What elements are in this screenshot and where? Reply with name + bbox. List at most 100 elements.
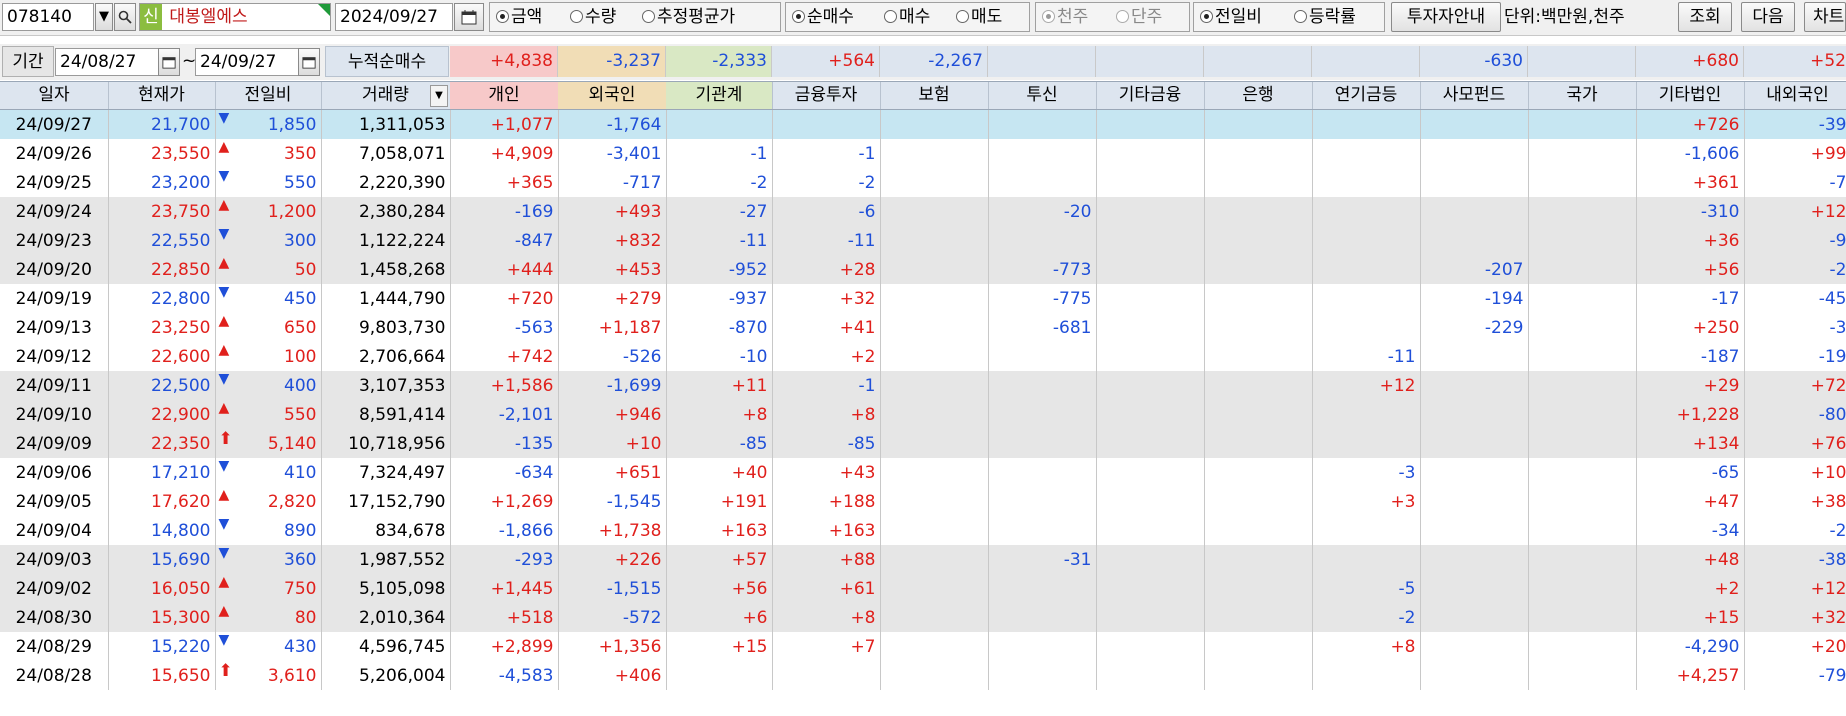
cell-trust bbox=[988, 139, 1097, 168]
cell-other-fin bbox=[1096, 661, 1205, 690]
chart-button[interactable]: 차트 bbox=[1804, 2, 1846, 32]
stock-code-input[interactable]: 078140 bbox=[2, 3, 94, 31]
cell-domestic-foreign: +76 bbox=[1744, 429, 1846, 458]
summary-bank bbox=[1204, 46, 1312, 77]
cell-trust bbox=[988, 371, 1097, 400]
investor-guide-button[interactable]: 투자자안내 bbox=[1391, 2, 1501, 32]
col-header-other-corp[interactable]: 기타법인 bbox=[1636, 82, 1745, 109]
col-header-domestic-foreign[interactable]: 내외국인 bbox=[1744, 82, 1846, 109]
cell-individual: +1,445 bbox=[450, 574, 559, 603]
table-row[interactable]: 24/09/24 23,750 ▲ 1,200 2,380,284 -169 +493 -27… bbox=[0, 197, 1846, 226]
col-header-state[interactable]: 국가 bbox=[1528, 82, 1637, 109]
cell-foreign: +832 bbox=[558, 226, 667, 255]
date-input[interactable]: 2024/09/27 bbox=[335, 3, 453, 31]
table-row[interactable]: 24/09/09 22,350 ⬆ 5,140 10,718,956 -135 +10 -85… bbox=[0, 429, 1846, 458]
table-row[interactable]: 24/09/11 22,500 ▼ 400 3,107,353 +1,586 -1,699 +… bbox=[0, 371, 1846, 400]
table-row[interactable]: 24/09/25 23,200 ▼ 550 2,220,390 +365 -717 -2 -2 +… bbox=[0, 168, 1846, 197]
cell-foreign: -1,699 bbox=[558, 371, 667, 400]
stock-name-field[interactable]: 신 대봉엘에스 bbox=[139, 3, 331, 31]
table-row[interactable]: 24/08/29 15,220 ▼ 430 4,596,745 +2,899 +1,356 +… bbox=[0, 632, 1846, 661]
table-row[interactable]: 24/09/12 22,600 ▲ 100 2,706,664 +742 -526 -10 +2… bbox=[0, 342, 1846, 371]
table-row[interactable]: 24/09/05 17,620 ▲ 2,820 17,152,790 +1,269 -1,5… bbox=[0, 487, 1846, 516]
radio-avg-price[interactable]: 추정평균가 bbox=[642, 3, 735, 31]
cell-trust bbox=[988, 632, 1097, 661]
col-header-other-fin[interactable]: 기타금융 bbox=[1096, 82, 1205, 109]
radio-sell[interactable]: 매도 bbox=[956, 3, 1002, 31]
col-header-institution[interactable]: 기관계 bbox=[666, 82, 773, 109]
radio-net-buy[interactable]: 순매수 bbox=[792, 3, 854, 31]
table-row[interactable]: 24/09/13 23,250 ▲ 650 9,803,730 -563 +1,187 -87… bbox=[0, 313, 1846, 342]
table-row[interactable]: 24/09/27 21,700 ▼ 1,850 1,311,053 +1,077 -1,76… bbox=[0, 110, 1846, 139]
query-button[interactable]: 조회 bbox=[1678, 2, 1732, 32]
radio-prev-day[interactable]: 전일비 bbox=[1200, 3, 1262, 31]
col-header-change[interactable]: 전일비 bbox=[215, 82, 322, 109]
next-button[interactable]: 다음 bbox=[1741, 2, 1795, 32]
col-header-price[interactable]: 현재가 bbox=[108, 82, 216, 109]
table-row[interactable]: 24/08/28 15,650 ⬆ 3,610 5,206,004 -4,583 +406 +… bbox=[0, 661, 1846, 690]
col-header-fin-invest[interactable]: 금융투자 bbox=[772, 82, 881, 109]
radio-buy-label: 매수 bbox=[899, 7, 931, 27]
table-row[interactable]: 24/09/10 22,900 ▲ 550 8,591,414 -2,101 +946 +8 +… bbox=[0, 400, 1846, 429]
table-row[interactable]: 24/09/19 22,800 ▼ 450 1,444,790 +720 +279 -937 +… bbox=[0, 284, 1846, 313]
col-header-individual[interactable]: 개인 bbox=[450, 82, 559, 109]
cell-institution: +8 bbox=[666, 400, 773, 429]
radio-buy[interactable]: 매수 bbox=[884, 3, 930, 31]
cell-fin-invest: +88 bbox=[772, 545, 881, 574]
col-header-label: 기타법인 bbox=[1658, 85, 1722, 105]
cell-trust: -775 bbox=[988, 284, 1097, 313]
radio-icon bbox=[570, 10, 583, 23]
cell-state bbox=[1528, 139, 1637, 168]
cell-state bbox=[1528, 574, 1637, 603]
col-header-pension[interactable]: 연기금등 bbox=[1312, 82, 1421, 109]
col-header-date[interactable]: 일자 bbox=[0, 82, 109, 109]
radio-amount-label: 금액 bbox=[511, 7, 543, 27]
period-from-calendar-button[interactable] bbox=[158, 48, 180, 76]
stock-code-dropdown-button[interactable]: ▼ bbox=[95, 3, 113, 31]
cumulative-net-buy-label: 누적순매수 bbox=[325, 46, 449, 77]
cell-private-fund bbox=[1420, 197, 1529, 226]
triangle-down-icon: ▼ bbox=[218, 516, 230, 532]
period-to-calendar-button[interactable] bbox=[298, 48, 320, 76]
radio-single-shares[interactable]: 단주 bbox=[1116, 3, 1162, 31]
table-row[interactable]: 24/09/04 14,800 ▼ 890 834,678 -1,866 +1,738 +16… bbox=[0, 516, 1846, 545]
table-row[interactable]: 24/09/23 22,550 ▼ 300 1,122,224 -847 +832 -11 -1… bbox=[0, 226, 1846, 255]
cell-other-fin bbox=[1096, 574, 1205, 603]
cell-pension bbox=[1312, 139, 1421, 168]
table-row[interactable]: 24/08/30 15,300 ▲ 80 2,010,364 +518 -572 +6 +8 -2… bbox=[0, 603, 1846, 632]
table-row[interactable]: 24/09/26 23,550 ▲ 350 7,058,071 +4,909 -3,401-… bbox=[0, 139, 1846, 168]
table-row[interactable]: 24/09/20 22,850 ▲ 50 1,458,268 +444 +453 -952 +2… bbox=[0, 255, 1846, 284]
table-row[interactable]: 24/09/03 15,690 ▼ 360 1,987,552 -293 +226 +57 +8… bbox=[0, 545, 1846, 574]
search-button[interactable] bbox=[114, 3, 136, 31]
cell-insurance bbox=[880, 342, 989, 371]
radio-amount[interactable]: 금액 bbox=[496, 3, 542, 31]
cell-pension: -11 bbox=[1312, 342, 1421, 371]
cell-change-value: 360 bbox=[284, 549, 317, 570]
radio-quantity[interactable]: 수량 bbox=[570, 3, 616, 31]
cell-pension bbox=[1312, 313, 1421, 342]
col-header-private-fund[interactable]: 사모펀드 bbox=[1420, 82, 1529, 109]
cell-fin-invest: -2 bbox=[772, 168, 881, 197]
cell-trust bbox=[988, 516, 1097, 545]
calendar-icon bbox=[162, 57, 176, 69]
radio-sell-label: 매도 bbox=[971, 7, 1003, 27]
cell-private-fund bbox=[1420, 429, 1529, 458]
col-header-bank[interactable]: 은행 bbox=[1204, 82, 1313, 109]
col-header-foreign[interactable]: 외국인 bbox=[558, 82, 667, 109]
cell-bank bbox=[1204, 632, 1313, 661]
table-row[interactable]: 24/09/06 17,210 ▼ 410 7,324,497 -634 +651 +40 +4… bbox=[0, 458, 1846, 487]
period-from-input[interactable]: 24/08/27 bbox=[55, 48, 167, 76]
date-calendar-button[interactable] bbox=[454, 3, 484, 31]
table-row[interactable]: 24/09/02 16,050 ▲ 750 5,105,098 +1,445 -1,515 +… bbox=[0, 574, 1846, 603]
col-header-trust[interactable]: 투신 bbox=[988, 82, 1097, 109]
period-to-input[interactable]: 24/09/27 bbox=[195, 48, 307, 76]
radio-change-rate[interactable]: 등락률 bbox=[1294, 3, 1356, 31]
cell-date: 24/09/27 bbox=[0, 110, 109, 139]
cell-bank bbox=[1204, 545, 1313, 574]
chevron-down-icon[interactable]: ▼ bbox=[430, 85, 448, 107]
summary-private-fund: -630 bbox=[1420, 46, 1528, 77]
col-header-insurance[interactable]: 보험 bbox=[880, 82, 989, 109]
radio-thousand-shares[interactable]: 천주 bbox=[1042, 3, 1088, 31]
col-header-volume[interactable]: 거래량 ▼ bbox=[321, 82, 451, 109]
cell-insurance bbox=[880, 110, 989, 139]
cell-other-corp: -17 bbox=[1636, 284, 1745, 313]
